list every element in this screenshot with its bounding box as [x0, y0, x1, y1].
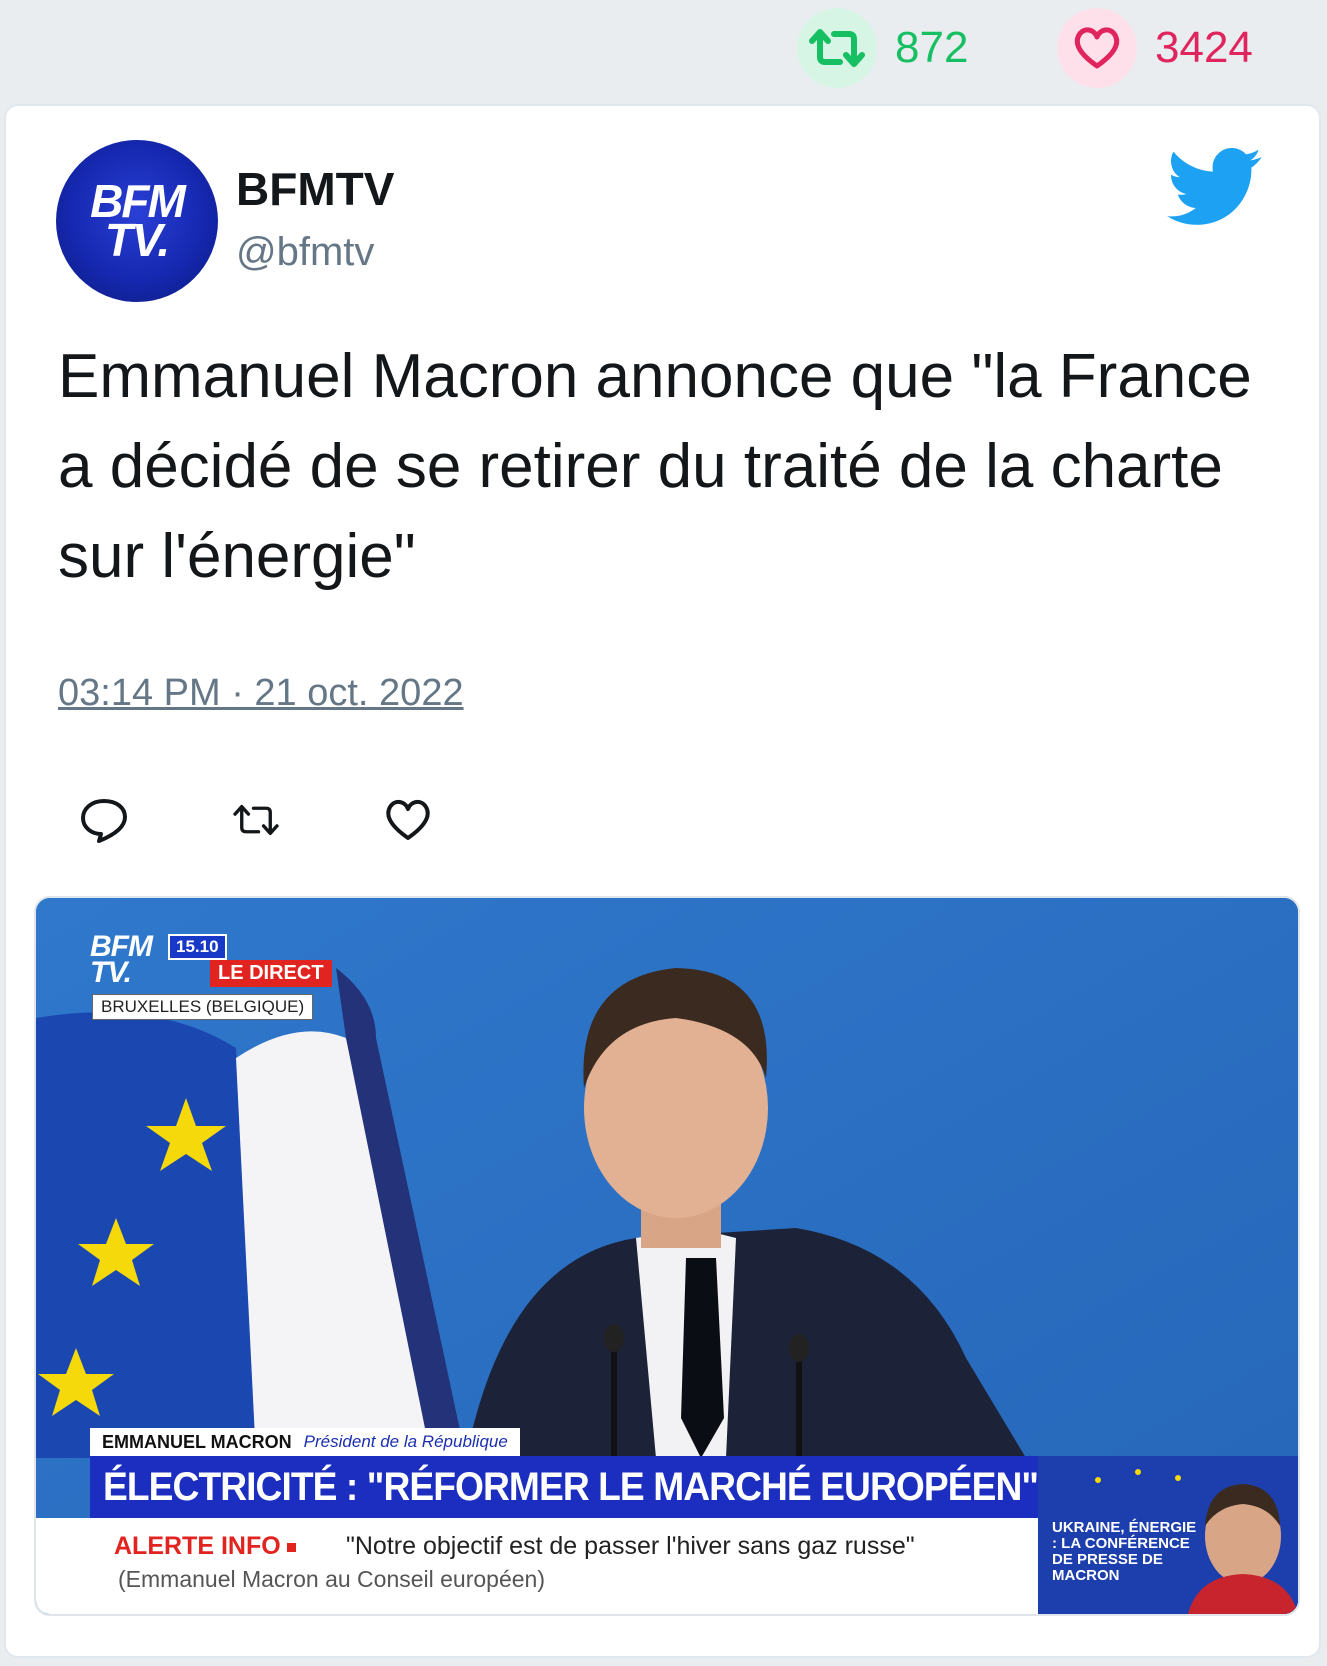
- live-badge: LE DIRECT: [210, 960, 332, 987]
- author-handle[interactable]: @bfmtv: [236, 230, 374, 275]
- tweet-text: Emmanuel Macron annonce que "la France a…: [58, 342, 1252, 591]
- promo-thumbnail: UKRAINE, ÉNERGIE : LA CONFÉRENCE DE PRES…: [1038, 1456, 1298, 1614]
- twitter-bird-icon[interactable]: [1167, 148, 1263, 231]
- retweet-count: 872: [895, 23, 969, 72]
- promo-text: UKRAINE, ÉNERGIE : LA CONFÉRENCE DE PRES…: [1052, 1519, 1197, 1584]
- alert-source: (Emmanuel Macron au Conseil européen): [118, 1566, 545, 1592]
- author-name[interactable]: BFMTV: [236, 162, 394, 216]
- speaker-role: Président de la République: [303, 1432, 508, 1451]
- news-ticker: ALERTE INFO "Notre objectif est de passe…: [36, 1518, 1038, 1614]
- channel-logo-line2: TV.: [90, 956, 132, 989]
- like-stat[interactable]: 3424: [1057, 8, 1253, 88]
- channel-logo: BFM TV. 15.10 LE DIRECT: [90, 932, 332, 989]
- like-count: 3424: [1155, 23, 1253, 72]
- avatar-logo-line2: TV.: [104, 214, 170, 266]
- heart-icon: [1057, 8, 1137, 88]
- avatar[interactable]: BFM TV.: [56, 140, 218, 302]
- alert-label: ALERTE INFO: [114, 1532, 296, 1561]
- retweet-icon[interactable]: [230, 794, 282, 846]
- like-icon[interactable]: [382, 794, 434, 846]
- engagement-stats: 872 3424: [0, 0, 1327, 100]
- tweet-actions: [78, 794, 534, 846]
- retweet-icon: [797, 8, 877, 88]
- broadcast-time: 15.10: [168, 934, 227, 960]
- speaker-name: EMMANUEL MACRON: [102, 1431, 292, 1452]
- broadcast-headline: ÉLECTRICITÉ : "RÉFORMER LE MARCHÉ EUROPÉ…: [90, 1456, 1039, 1518]
- tweet-card: BFM TV. BFMTV @bfmtv Emmanuel Macron ann…: [4, 104, 1321, 1658]
- reply-icon[interactable]: [78, 794, 130, 846]
- alert-quote: "Notre objectif est de passer l'hiver sa…: [346, 1532, 915, 1560]
- tweet-media-image[interactable]: BFM TV. 15.10 LE DIRECT BRUXELLES (BELGI…: [34, 896, 1300, 1616]
- speaker-caption: EMMANUEL MACRON Président de la Républiq…: [90, 1428, 520, 1456]
- location-label: BRUXELLES (BELGIQUE): [92, 994, 314, 1020]
- tweet-timestamp[interactable]: 03:14 PM · 21 oct. 2022: [58, 672, 464, 715]
- retweet-stat[interactable]: 872: [797, 8, 968, 88]
